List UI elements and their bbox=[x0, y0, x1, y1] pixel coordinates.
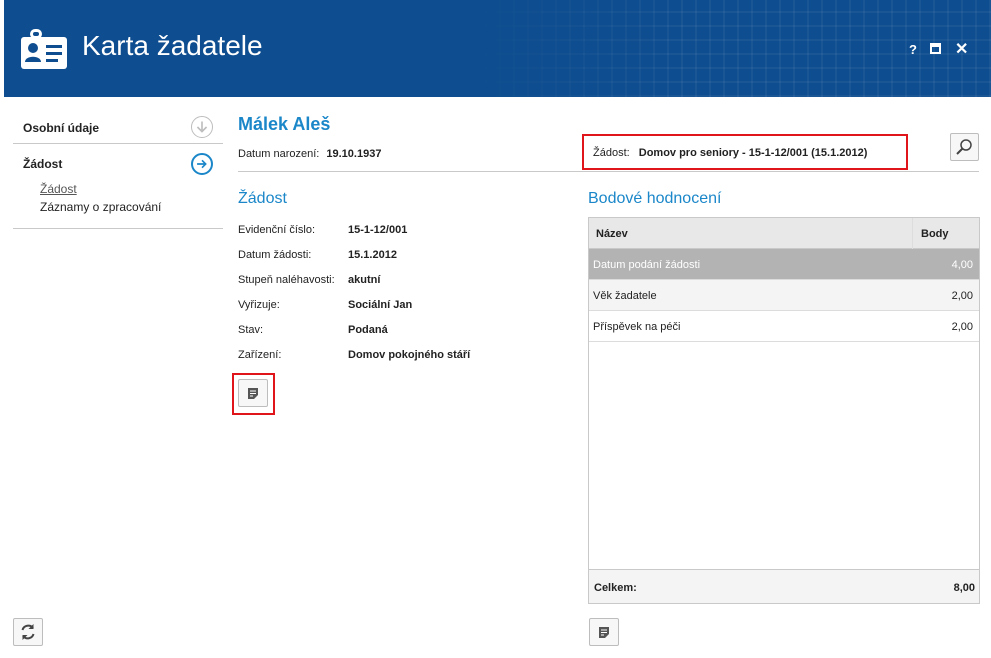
column-header-points[interactable]: Body bbox=[912, 218, 980, 249]
field-label: Stupeň naléhavosti: bbox=[238, 274, 335, 286]
close-button[interactable]: ✕ bbox=[955, 39, 968, 59]
field-value: 15.1.2012 bbox=[348, 249, 397, 261]
search-button[interactable] bbox=[950, 133, 979, 161]
field-label: Zařízení: bbox=[238, 349, 282, 361]
window-header: Karta žadatele ? ✕ bbox=[4, 0, 991, 97]
row-points: 4,00 bbox=[951, 259, 973, 271]
dob-label: Datum narození: bbox=[238, 148, 320, 160]
nav-sub-item-processing-records[interactable]: Záznamy o zpracování bbox=[40, 198, 223, 216]
field-value: akutní bbox=[348, 274, 381, 286]
arrow-down-circle-icon bbox=[191, 116, 213, 138]
field-value: Sociální Jan bbox=[348, 299, 413, 311]
table-row[interactable]: Datum podání žádosti 4,00 bbox=[589, 249, 979, 280]
note-icon bbox=[248, 388, 258, 399]
arrow-right-circle-icon bbox=[191, 153, 213, 175]
request-selector-value: Domov pro seniory - 15-1-12/001 (15.1.20… bbox=[638, 147, 868, 159]
column-header-name[interactable]: Název bbox=[596, 228, 628, 240]
help-button[interactable]: ? bbox=[909, 42, 917, 57]
total-value: 8,00 bbox=[953, 582, 975, 594]
request-selector[interactable]: Žádost: Domov pro seniory - 15-1-12/001 … bbox=[582, 134, 908, 170]
row-name: Příspěvek na péči bbox=[593, 321, 681, 333]
id-card-icon bbox=[21, 29, 67, 69]
maximize-button[interactable] bbox=[930, 43, 941, 54]
refresh-button[interactable] bbox=[13, 618, 43, 646]
nav-sub-list: Žádost Záznamy o zpracování bbox=[13, 180, 223, 229]
table-header: Název Body bbox=[589, 218, 979, 249]
field-label: Datum žádosti: bbox=[238, 249, 312, 261]
field-label: Vyřizuje: bbox=[238, 299, 280, 311]
date-of-birth: Datum narození: 19.10.1937 bbox=[238, 148, 381, 160]
header-divider bbox=[238, 171, 979, 172]
table-row[interactable]: Příspěvek na péči 2,00 bbox=[589, 311, 979, 342]
nav-item-request[interactable]: Žádost bbox=[13, 144, 223, 180]
nav-item-personal-data[interactable]: Osobní údaje bbox=[13, 110, 223, 144]
request-section-title: Žádost bbox=[238, 190, 287, 207]
dob-value: 19.10.1937 bbox=[326, 148, 382, 160]
total-label: Celkem: bbox=[594, 582, 637, 594]
scoring-detail-button[interactable] bbox=[589, 618, 619, 646]
request-selector-label: Žádost: bbox=[593, 147, 630, 159]
window-title: Karta žadatele bbox=[82, 30, 263, 61]
field-value: Podaná bbox=[348, 324, 388, 336]
row-points: 2,00 bbox=[951, 290, 973, 302]
side-navigation: Osobní údaje Žádost Žádost Záznamy o zpr… bbox=[13, 110, 223, 229]
scoring-table: Název Body Datum podání žádosti 4,00 Věk… bbox=[588, 217, 980, 604]
row-name: Datum podání žádosti bbox=[593, 259, 701, 271]
nav-sub-item-request[interactable]: Žádost bbox=[40, 180, 223, 198]
table-row[interactable]: Věk žadatele 2,00 bbox=[589, 280, 979, 311]
row-name: Věk žadatele bbox=[593, 290, 657, 302]
nav-item-label: Žádost bbox=[23, 157, 63, 171]
field-label: Stav: bbox=[238, 324, 264, 336]
field-label: Evidenční číslo: bbox=[238, 224, 316, 236]
field-value: 15-1-12/001 bbox=[348, 224, 408, 236]
field-value: Domov pokojného stáří bbox=[348, 349, 471, 361]
row-points: 2,00 bbox=[951, 321, 973, 333]
applicant-name: Málek Aleš bbox=[238, 114, 331, 134]
table-footer: Celkem: 8,00 bbox=[589, 569, 979, 603]
scoring-section-title: Bodové hodnocení bbox=[588, 190, 722, 207]
request-detail-button[interactable] bbox=[238, 379, 268, 407]
search-icon bbox=[956, 139, 972, 155]
nav-item-label: Osobní údaje bbox=[23, 121, 100, 135]
note-icon bbox=[599, 627, 609, 638]
refresh-icon bbox=[21, 624, 35, 640]
